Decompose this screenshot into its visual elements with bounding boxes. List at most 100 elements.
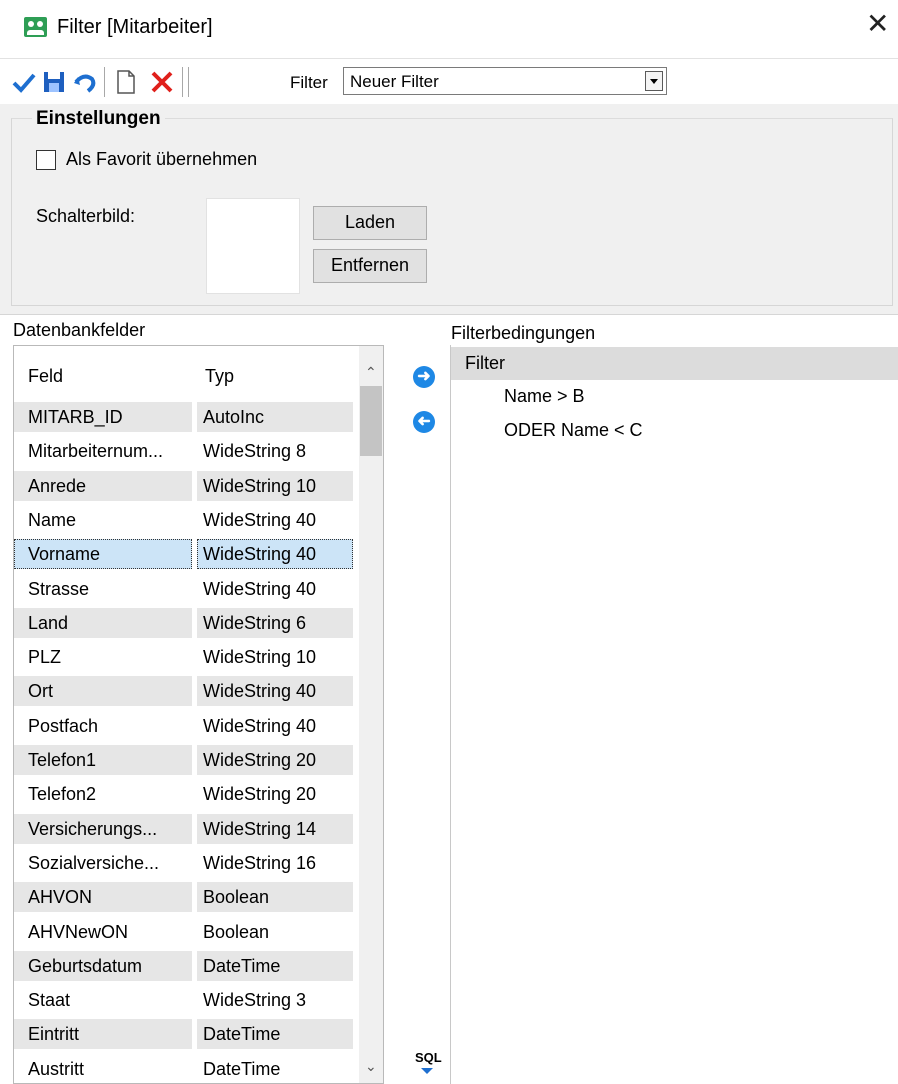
close-icon[interactable]: ✕ [866, 10, 889, 38]
type-cell[interactable]: AutoInc [197, 402, 353, 432]
remove-button[interactable]: Entfernen [313, 249, 427, 283]
field-cell[interactable]: Strasse [14, 574, 192, 604]
field-cell[interactable]: Ort [14, 676, 192, 706]
table-row[interactable]: Mitarbeiternum... WideString 8 [14, 436, 359, 470]
tree-item[interactable]: Name > B [504, 386, 585, 407]
table-row[interactable]: Vorname WideString 40 [14, 539, 359, 573]
type-cell[interactable]: WideString 40 [197, 574, 353, 604]
field-cell[interactable]: Eintritt [14, 1019, 192, 1049]
field-cell[interactable]: AHVNewON [14, 917, 192, 947]
field-cell[interactable]: Anrede [14, 471, 192, 501]
tree-item[interactable]: ODER Name < C [504, 420, 643, 441]
table-row[interactable]: AHVON Boolean [14, 882, 359, 916]
undo-icon[interactable] [70, 67, 98, 97]
grid-header: Feld Typ [14, 346, 359, 404]
type-cell[interactable]: WideString 20 [197, 779, 353, 809]
window-title: Filter [Mitarbeiter] [57, 16, 213, 38]
remove-arrow-left-icon[interactable]: ➜ [413, 411, 435, 433]
table-row[interactable]: Telefon1 WideString 20 [14, 745, 359, 779]
type-cell[interactable]: DateTime [197, 1019, 353, 1049]
fields-grid[interactable]: Feld Typ MITARB_ID AutoInc Mitarbeiternum.… [13, 345, 384, 1084]
column-header-field[interactable]: Feld [28, 366, 63, 387]
field-type: WideString 8 [203, 441, 307, 461]
table-row[interactable]: Strasse WideString 40 [14, 574, 359, 608]
table-row[interactable]: Eintritt DateTime [14, 1019, 359, 1053]
field-cell[interactable]: Vorname [14, 539, 192, 569]
field-cell[interactable]: Geburtsdatum [14, 951, 192, 981]
type-cell[interactable]: WideString 10 [197, 642, 353, 672]
type-cell[interactable]: WideString 16 [197, 848, 353, 878]
type-cell[interactable]: WideString 8 [197, 436, 353, 466]
field-type: WideString 20 [203, 750, 317, 770]
field-cell[interactable]: Mitarbeiternum... [14, 436, 192, 466]
settings-group [11, 118, 893, 306]
type-cell[interactable]: DateTime [197, 1054, 353, 1083]
field-type: WideString 40 [203, 510, 317, 530]
favorite-checkbox[interactable] [36, 150, 56, 170]
type-cell[interactable]: WideString 40 [197, 539, 353, 569]
checkmark-icon[interactable] [10, 67, 38, 97]
table-row[interactable]: AHVNewON Boolean [14, 917, 359, 951]
table-row[interactable]: PLZ WideString 10 [14, 642, 359, 676]
field-cell[interactable]: Sozialversiche... [14, 848, 192, 878]
add-arrow-right-icon[interactable]: ➜ [413, 366, 435, 388]
field-name: Strasse [28, 579, 90, 599]
save-icon[interactable] [40, 67, 68, 97]
field-type: DateTime [203, 956, 281, 976]
field-cell[interactable]: Telefon1 [14, 745, 192, 775]
table-row[interactable]: Anrede WideString 10 [14, 471, 359, 505]
delete-icon[interactable] [148, 67, 176, 97]
sql-dropdown-icon[interactable] [421, 1068, 433, 1074]
table-row[interactable]: Staat WideString 3 [14, 985, 359, 1019]
column-header-type[interactable]: Typ [205, 366, 234, 387]
fields-panel-label: Datenbankfelder [13, 320, 146, 340]
type-cell[interactable]: Boolean [197, 917, 353, 947]
scroll-up-icon[interactable]: ⌃ [365, 364, 377, 381]
type-cell[interactable]: WideString 3 [197, 985, 353, 1015]
field-cell[interactable]: Telefon2 [14, 779, 192, 809]
filter-select[interactable]: Neuer Filter [343, 67, 667, 95]
type-cell[interactable]: WideString 6 [197, 608, 353, 638]
field-cell[interactable]: PLZ [14, 642, 192, 672]
type-cell[interactable]: WideString 40 [197, 505, 353, 535]
table-row[interactable]: Land WideString 6 [14, 608, 359, 642]
scroll-down-icon[interactable]: ⌄ [365, 1058, 377, 1075]
type-cell[interactable]: WideString 10 [197, 471, 353, 501]
conditions-tree[interactable]: Filter Name > B ODER Name < C [450, 345, 898, 1084]
table-row[interactable]: Ort WideString 40 [14, 676, 359, 710]
tree-root[interactable]: Filter [451, 347, 898, 380]
table-row[interactable]: Sozialversiche... WideString 16 [14, 848, 359, 882]
table-row[interactable]: Postfach WideString 40 [14, 711, 359, 745]
field-name: Staat [28, 990, 71, 1010]
type-cell[interactable]: DateTime [197, 951, 353, 981]
table-row[interactable]: Austritt DateTime [14, 1054, 359, 1083]
scrollbar-thumb[interactable] [360, 386, 382, 456]
table-row[interactable]: MITARB_ID AutoInc [14, 402, 359, 436]
field-cell[interactable]: Name [14, 505, 192, 535]
table-row[interactable]: Name WideString 40 [14, 505, 359, 539]
field-cell[interactable]: Postfach [14, 711, 192, 741]
field-type: WideString 10 [203, 476, 317, 496]
field-cell[interactable]: Versicherungs... [14, 814, 192, 844]
vertical-scrollbar[interactable]: ⌃ ⌄ [359, 346, 383, 1083]
table-row[interactable]: Telefon2 WideString 20 [14, 779, 359, 813]
field-name: Sozialversiche... [28, 853, 160, 873]
chevron-down-icon[interactable] [645, 71, 663, 91]
field-cell[interactable]: AHVON [14, 882, 192, 912]
field-name: Versicherungs... [28, 819, 158, 839]
table-row[interactable]: Versicherungs... WideString 14 [14, 814, 359, 848]
field-cell[interactable]: MITARB_ID [14, 402, 192, 432]
toolbar: Filter Neuer Filter [0, 58, 898, 105]
type-cell[interactable]: Boolean [197, 882, 353, 912]
field-cell[interactable]: Land [14, 608, 192, 638]
type-cell[interactable]: WideString 14 [197, 814, 353, 844]
new-document-icon[interactable] [114, 67, 138, 97]
load-button[interactable]: Laden [313, 206, 427, 240]
type-cell[interactable]: WideString 40 [197, 711, 353, 741]
field-cell[interactable]: Austritt [14, 1054, 192, 1083]
type-cell[interactable]: WideString 40 [197, 676, 353, 706]
type-cell[interactable]: WideString 20 [197, 745, 353, 775]
sql-button[interactable]: SQL [415, 1050, 442, 1065]
table-row[interactable]: Geburtsdatum DateTime [14, 951, 359, 985]
field-cell[interactable]: Staat [14, 985, 192, 1015]
